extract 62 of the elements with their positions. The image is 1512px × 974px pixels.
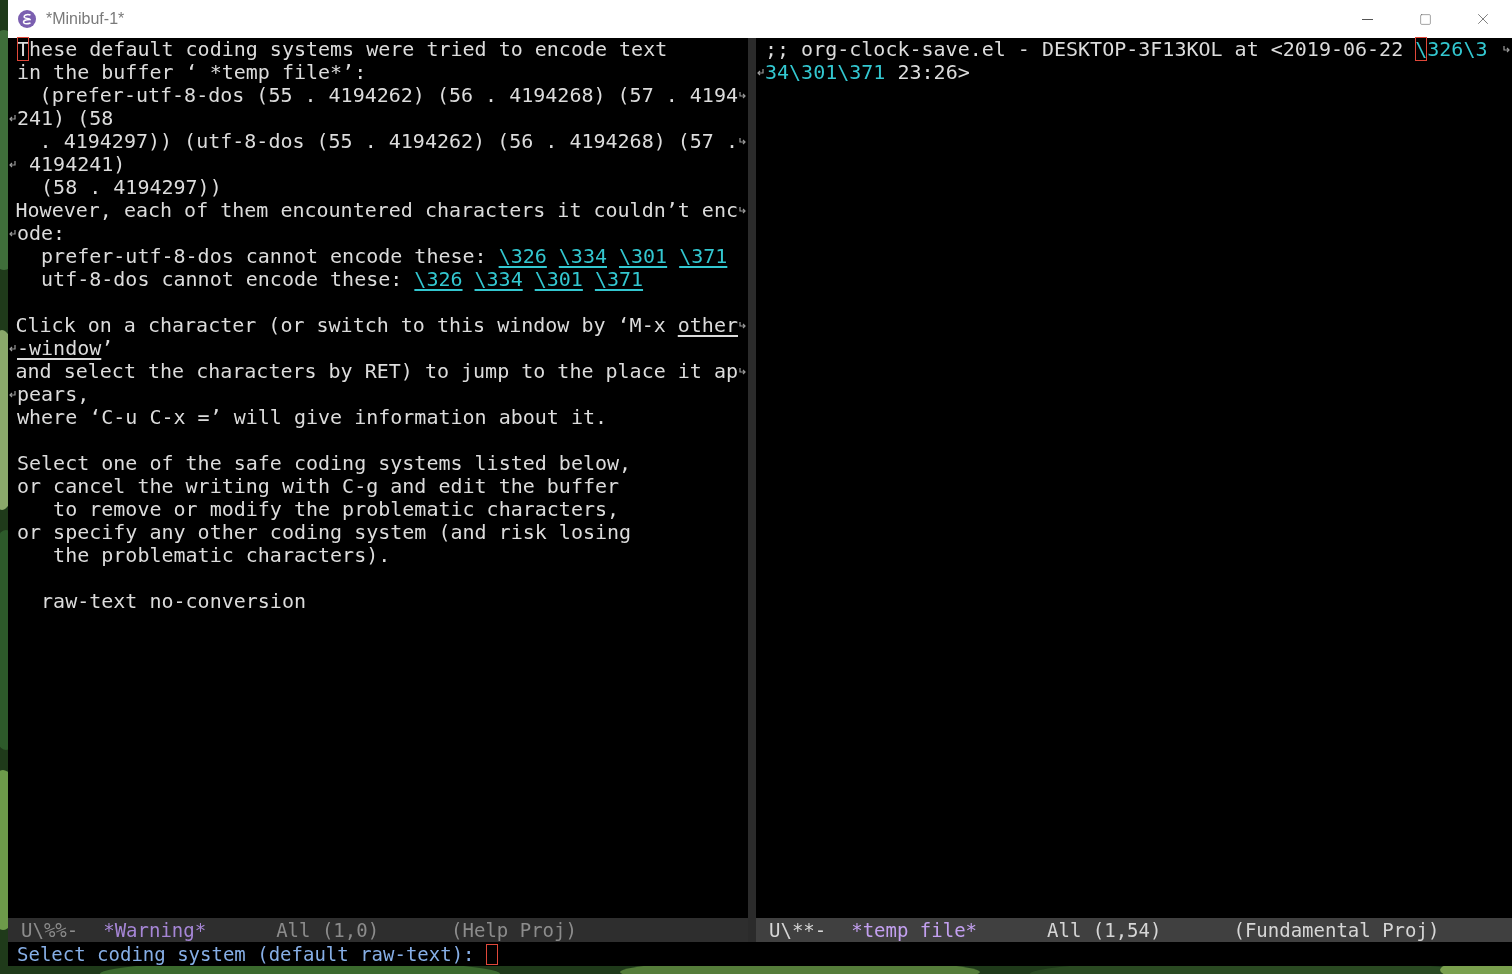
text-line: Select one of the safe coding systems listed below, — [17, 451, 632, 475]
continuation-arrow-icon — [757, 68, 764, 77]
link[interactable]: \301 — [619, 245, 668, 268]
buffer-status: U\**- — [769, 917, 827, 943]
text-line: (prefer-utf-8-dos (55 . 4194262) (56 . 4194268) (57 . 4194 — [38, 83, 738, 107]
text-line: the problematic characters). — [52, 543, 391, 567]
continuation-arrow-icon — [9, 229, 16, 238]
text-line: pears, — [17, 382, 90, 406]
cursor: T — [17, 37, 30, 61]
buffer-name: *Warning* — [103, 917, 207, 943]
text-line: prefer-utf-8-dos cannot encode these: \326 \334 \301 \371 — [40, 244, 728, 268]
text-line: These default coding systems were tried to encode text — [17, 37, 668, 61]
link[interactable]: \326 — [414, 268, 463, 291]
text-line: utf-8-dos cannot encode these: \326 \334 \301 \371 — [40, 267, 644, 291]
wrap-arrow-icon — [739, 206, 747, 215]
text-line: ;; org-clock-save.el - DESKTOP-3F13KOL at <2019-06-22 \326\3 — [765, 37, 1488, 61]
text-line: 4194241) — [28, 152, 126, 176]
buffer-name: *temp file* — [851, 917, 978, 943]
wrap-arrow-icon — [1502, 45, 1510, 54]
text-line: or cancel the writing with C-g and edit the buffer — [17, 474, 620, 498]
link[interactable]: \371 — [679, 245, 728, 268]
text-line: where ‘C-u C-x =’ will give information about it. — [17, 405, 607, 429]
text-line: However, each of them encountered characters it couldn’t enc — [15, 198, 738, 222]
wrap-arrow-icon — [739, 321, 747, 330]
continuation-arrow-icon — [9, 160, 16, 169]
maximize-icon — [1418, 12, 1432, 26]
link[interactable]: \326 — [498, 245, 547, 268]
position: All (1,54) — [1047, 917, 1162, 943]
link[interactable]: \334 — [474, 268, 523, 291]
text-line: 34\301\371 23:26> — [765, 60, 970, 84]
continuation-arrow-icon — [9, 344, 16, 353]
minibuffer-prompt: Select coding system (default raw-text): — [17, 941, 476, 967]
text-line: Click on a character (or switch to this window by ‘M-x other — [15, 313, 738, 337]
text-line: in the buffer ‘ *temp file*’: — [17, 60, 367, 84]
text-line: raw-text no-conversion — [40, 589, 306, 613]
text-line: to remove or modify the problematic characters, — [52, 497, 620, 521]
cursor — [486, 943, 498, 965]
continuation-arrow-icon — [9, 114, 16, 123]
buffer-status: U\%%- — [21, 917, 79, 943]
link[interactable]: \371 — [594, 268, 644, 291]
wrap-arrow-icon — [739, 367, 747, 376]
major-mode: (Help Proj) — [451, 917, 577, 943]
continuation-arrow-icon — [9, 390, 16, 399]
major-mode: (Fundamental Proj) — [1233, 917, 1440, 943]
cursor: \ — [1415, 37, 1428, 61]
link[interactable]: \301 — [534, 268, 583, 291]
text-line: or specify any other coding system (and risk losing — [17, 520, 632, 544]
link[interactable]: other — [677, 313, 738, 337]
text-line: (58 . 4194297)) — [40, 175, 222, 199]
link[interactable]: \334 — [558, 245, 607, 268]
link[interactable]: -window — [17, 336, 102, 360]
text-line: ode: — [17, 221, 66, 245]
wrap-arrow-icon — [739, 91, 747, 100]
minimize-icon — [1361, 18, 1373, 20]
wrap-arrow-icon — [739, 137, 747, 146]
position: All (1,0) — [276, 917, 380, 943]
text-line: . 4194297)) (utf-8-dos (55 . 4194262) (56 . 4194268) (57 . — [38, 129, 738, 153]
text-line: and select the characters by RET) to jump to the place it ap — [15, 359, 738, 383]
text-line: 241) (58 — [17, 106, 114, 130]
app-icon — [18, 10, 36, 28]
window-title: *Minibuf-1* — [46, 9, 125, 29]
text-line: -window’ — [17, 336, 114, 360]
